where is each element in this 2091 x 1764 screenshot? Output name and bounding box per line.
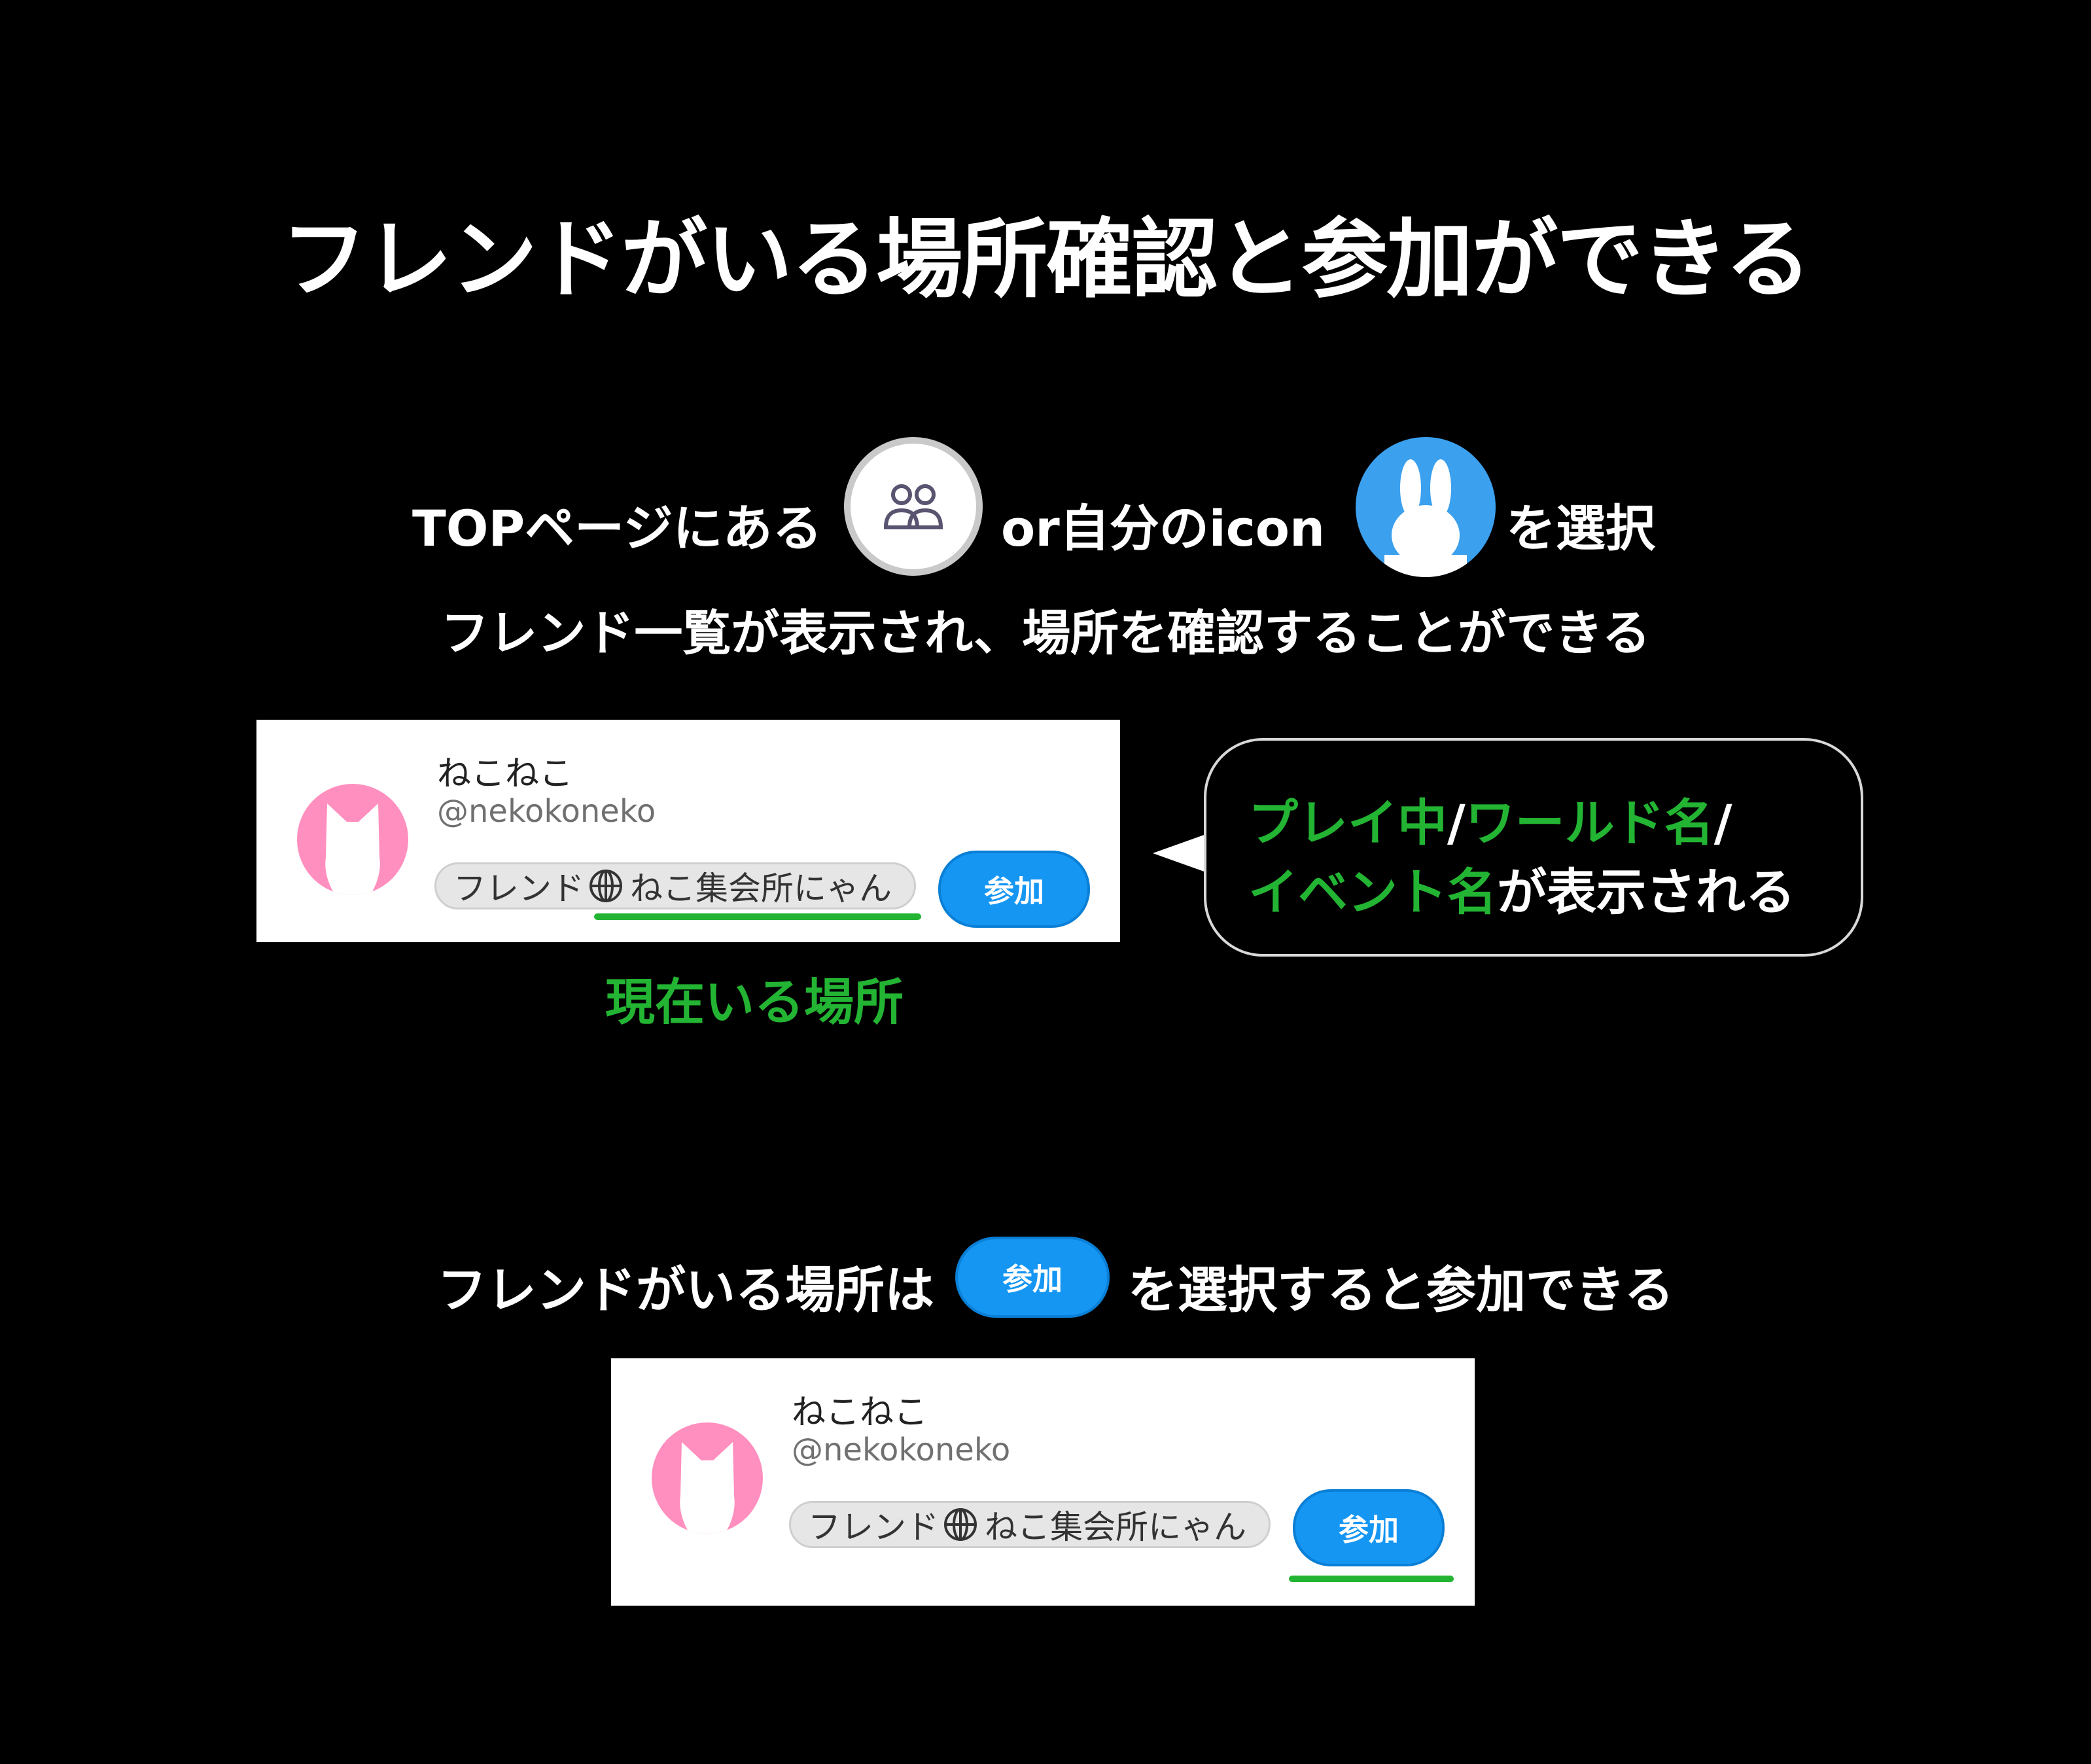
bubble-world-name: ワールド名 [1465,794,1714,852]
friends-button[interactable] [844,437,983,576]
location-type: フレンド [453,870,584,908]
instruction-prefix: TOPページにある [412,499,822,557]
cat-avatar-icon [680,1442,735,1534]
bubble-tail [1153,834,1208,873]
instruction3-prefix: フレンドがいる場所は [437,1261,934,1319]
friend-card: ねこねこ @nekokoneko フレンド ねこ集会所にゃん 参加 [256,720,1120,942]
bubble-playing: プレイ中 [1248,794,1447,852]
friend-handle: @nekokoneko [792,1432,1011,1468]
bubble-line-2: イベント名が表示される [1248,852,1795,924]
join-underline [1289,1576,1454,1582]
instruction-open-friends: TOPページにある or自分のicon を選択 [399,437,1708,588]
friend-name: ねこねこ [437,754,574,794]
instruction3-suffix: を選択すると参加できる [1128,1261,1674,1319]
location-name: ねこ集会所にゃん [630,870,892,908]
page-title: フレンドがいる場所確認と参加ができる [281,209,1811,310]
instruction-middle: or自分のicon [1001,499,1326,557]
globe-icon [589,870,622,902]
bubble-event-name: イベント名 [1248,863,1497,921]
join-button[interactable]: 参加 [938,851,1090,928]
location-underline [594,913,921,920]
rabbit-avatar-icon [1384,459,1467,577]
speech-bubble: プレイ中/ワールド名/ イベント名が表示される [1204,738,1863,957]
friend-avatar[interactable] [297,784,408,895]
instruction-suffix: を選択 [1506,499,1655,557]
bubble-line-1: プレイ中/ワールド名/ [1248,783,1732,855]
location-name: ねこ集会所にゃん [985,1508,1246,1546]
instruction-join: フレンドがいる場所は 参加 を選択すると参加できる [0,1237,2091,1322]
inline-join-button[interactable]: 参加 [955,1237,1110,1318]
self-avatar-button[interactable] [1356,437,1496,577]
friend-location-chip[interactable]: フレンド ねこ集会所にゃん [434,862,916,909]
friend-avatar[interactable] [652,1422,763,1534]
globe-icon [944,1508,977,1541]
join-button[interactable]: 参加 [1293,1489,1445,1566]
cat-avatar-icon [325,803,380,895]
instruction-friend-list: フレンド一覧が表示され、場所を確認することができる [440,605,1651,662]
friend-handle: @nekokoneko [437,793,656,830]
friend-name: ねこねこ [792,1393,928,1432]
bubble-sep-1: / [1447,794,1466,852]
location-type: フレンド [808,1508,939,1546]
friend-card: ねこねこ @nekokoneko フレンド ねこ集会所にゃん 参加 [611,1358,1475,1606]
friends-icon [883,484,943,529]
bubble-sep-2: / [1713,794,1732,852]
current-location-label: 現在いる場所 [605,973,904,1031]
bubble-shown-text: が表示される [1497,863,1795,921]
friend-location-chip[interactable]: フレンド ねこ集会所にゃん [789,1501,1271,1548]
